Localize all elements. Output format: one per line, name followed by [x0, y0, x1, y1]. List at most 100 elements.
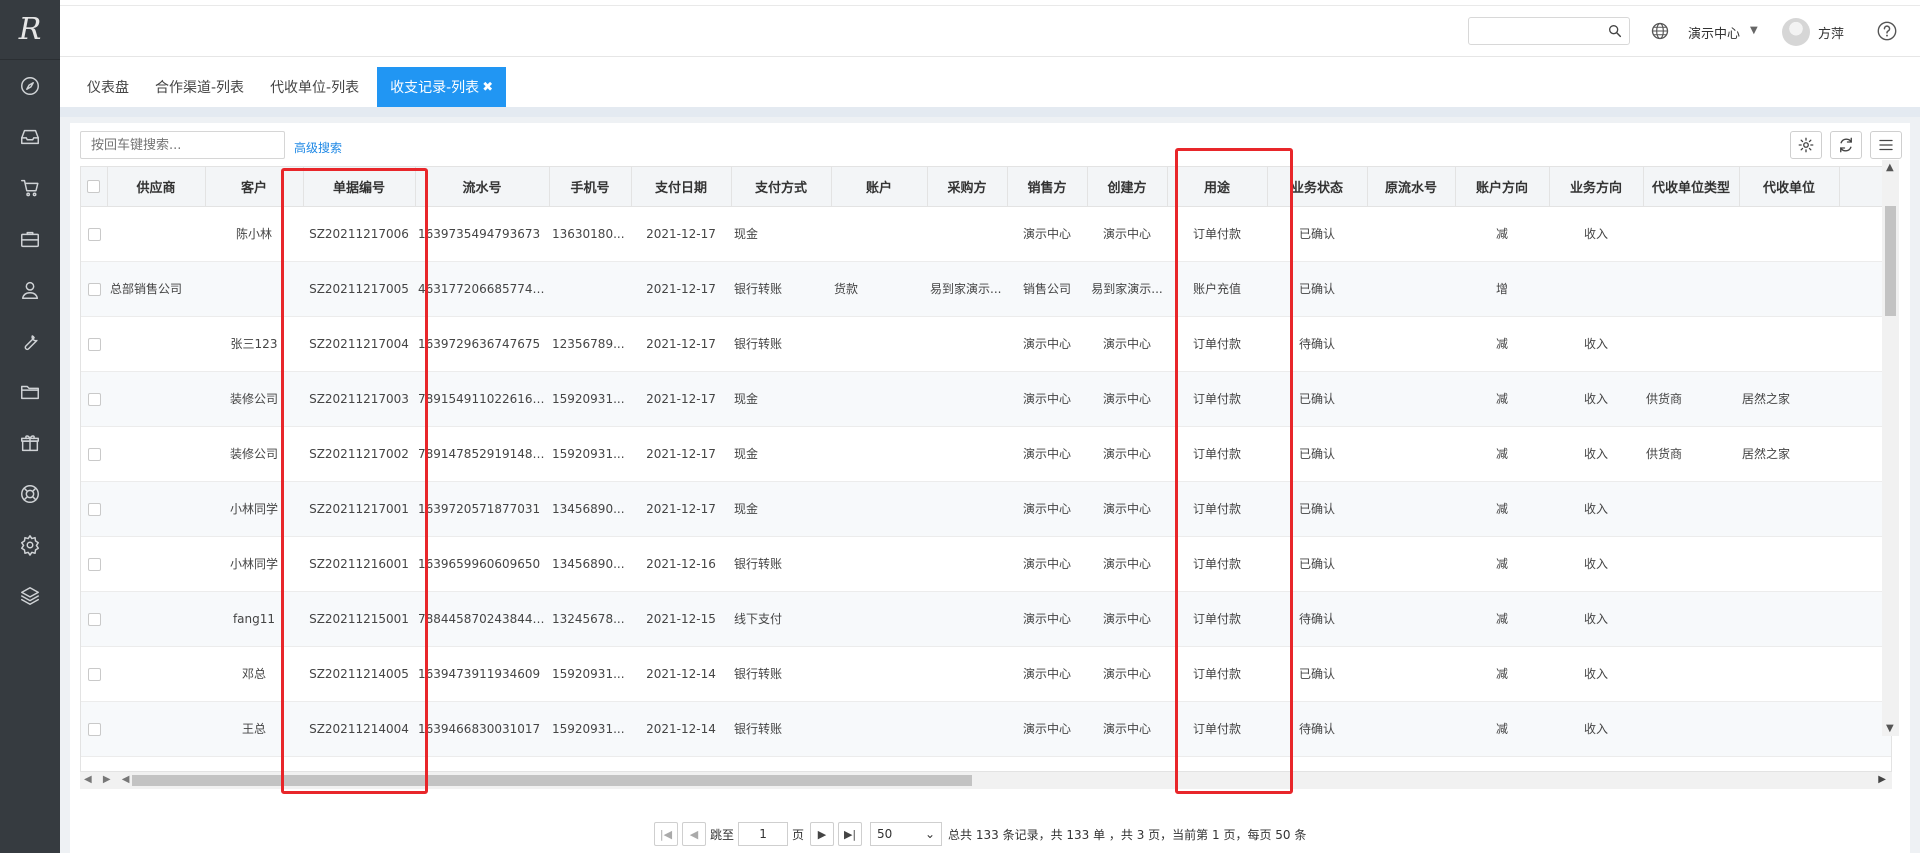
page-size-select[interactable]: 50 ⌄ — [870, 822, 943, 846]
prev-page-button[interactable]: ◀ — [682, 822, 706, 846]
tab-partner-channels[interactable]: 合作渠道-列表 — [142, 67, 257, 107]
column-menu-button[interactable] — [1870, 131, 1902, 159]
table-row[interactable]: fang11 SZ20211215001 788445870243844097 132… — [81, 591, 1891, 647]
scroll-right-icon[interactable]: ▶ — [1878, 774, 1886, 785]
row-checkbox[interactable] — [81, 371, 107, 427]
column-header[interactable]: 原流水号 — [1367, 167, 1456, 207]
column-header[interactable]: 客户 — [205, 167, 304, 207]
avatar[interactable] — [1782, 18, 1810, 46]
gift-icon[interactable] — [0, 417, 60, 468]
page-number-value: 1 — [759, 827, 767, 841]
row-checkbox[interactable] — [81, 701, 107, 757]
table-row[interactable]: 小林同学 SZ20211217001 1639720571877031 1345689… — [81, 481, 1891, 537]
horizontal-scroll-thumb[interactable] — [132, 775, 972, 786]
table-cell: 收入 — [1549, 316, 1643, 372]
user-icon[interactable] — [0, 264, 60, 315]
table-row[interactable]: 总部销售公司 SZ20211217005 4631772066857745... 20… — [81, 261, 1891, 317]
column-header[interactable]: 创建方 — [1087, 167, 1168, 207]
table-row[interactable]: 装修公司 SZ20211217003 789154911022616577 15920… — [81, 371, 1891, 427]
cart-icon[interactable] — [0, 162, 60, 213]
help-icon[interactable] — [1876, 20, 1898, 42]
settings-button[interactable] — [1790, 131, 1822, 159]
row-checkbox[interactable] — [81, 261, 107, 317]
column-header[interactable]: 业务状态 — [1267, 167, 1368, 207]
column-header[interactable]: 账户 — [831, 167, 928, 207]
row-checkbox[interactable] — [81, 756, 107, 771]
column-header[interactable]: 支付日期 — [631, 167, 732, 207]
last-page-button[interactable]: ▶| — [838, 822, 863, 846]
row-checkbox[interactable] — [81, 316, 107, 372]
close-icon[interactable]: ✖ — [482, 80, 493, 95]
horizontal-scrollbar[interactable]: ◀ ▶ ◀ ▶ — [80, 772, 1892, 789]
column-header[interactable]: 支付方式 — [731, 167, 832, 207]
table-cell: 演示中心 — [1087, 206, 1167, 262]
global-search-input[interactable] — [1468, 17, 1630, 45]
column-header[interactable]: 手机号 — [549, 167, 632, 207]
column-header[interactable]: 业务方向 — [1549, 167, 1644, 207]
folder-icon[interactable] — [0, 366, 60, 417]
column-header[interactable]: 代收单位 — [1739, 167, 1840, 207]
scroll-down-icon[interactable]: ▼ — [1886, 723, 1894, 734]
globe-icon[interactable] — [1650, 21, 1670, 41]
chevron-down-icon[interactable]: ▼ — [1750, 25, 1758, 36]
column-header[interactable]: 用途 — [1167, 167, 1268, 207]
column-header[interactable]: 账户方向 — [1455, 167, 1550, 207]
table-cell: 2021-12-17 — [631, 206, 731, 262]
row-checkbox[interactable] — [81, 536, 107, 592]
select-all-checkbox[interactable] — [81, 167, 108, 207]
column-header[interactable]: 供应商 — [107, 167, 206, 207]
vertical-scrollbar[interactable]: ▲ ▼ — [1882, 160, 1899, 736]
logo-letter: R — [18, 12, 42, 47]
row-checkbox[interactable] — [81, 206, 107, 262]
column-header[interactable]: 流水号 — [415, 167, 550, 207]
advanced-search-link[interactable]: 高级搜索 — [294, 139, 342, 156]
row-checkbox[interactable] — [81, 591, 107, 647]
table-cell — [107, 701, 205, 757]
keyword-search-input[interactable] — [80, 131, 285, 159]
row-checkbox[interactable] — [81, 646, 107, 702]
table-row[interactable]: 张三123 SZ20211217004 1639729636747675 123567… — [81, 316, 1891, 372]
list-panel: 高级搜索 供应商 客户 单据编号 流水号 — [70, 123, 1910, 853]
briefcase-icon[interactable] — [0, 213, 60, 264]
center-selector[interactable]: 演示中心 — [1688, 23, 1740, 42]
table-cell: 演示中心 — [1007, 591, 1087, 647]
next-page-button[interactable]: ▶ — [810, 822, 835, 846]
layers-icon[interactable] — [0, 570, 60, 621]
table-row[interactable]: 王总SZ20211214003163946612644629215920931.… — [81, 756, 1891, 771]
column-header[interactable]: 代收单位类型 — [1643, 167, 1740, 207]
table-cell: 已确认 — [1267, 481, 1367, 537]
page-number-input[interactable]: 1 — [738, 822, 789, 846]
table-cell: 15920931... — [549, 371, 631, 427]
table-cell: 订单付款 — [1167, 481, 1267, 537]
table-row[interactable]: 小林同学 SZ20211216001 1639659960609650 1345689… — [81, 536, 1891, 592]
tab-dashboard[interactable]: 仪表盘 — [60, 67, 142, 107]
tab-income-expense[interactable]: 收支记录-列表 ✖ — [377, 67, 507, 107]
wrench-icon[interactable] — [0, 315, 60, 366]
row-checkbox[interactable] — [81, 481, 107, 537]
scroll-up-icon[interactable]: ▲ — [1886, 162, 1894, 173]
table-row[interactable]: 王总 SZ20211214004 1639466830031017 15920931.… — [81, 701, 1891, 757]
compass-icon[interactable] — [0, 60, 60, 111]
table-row[interactable]: 邓总 SZ20211214005 1639473911934609 15920931.… — [81, 646, 1891, 702]
first-page-button[interactable]: |◀ — [654, 822, 678, 846]
settings-icon[interactable] — [0, 519, 60, 570]
table-cell: 减 — [1455, 481, 1549, 537]
column-header[interactable]: 销售方 — [1007, 167, 1088, 207]
table-row[interactable]: 装修公司 SZ20211217002 789147852919148545 15920… — [81, 426, 1891, 482]
table-cell — [1739, 756, 1839, 771]
table-row[interactable]: 陈小林 SZ20211217006 1639735494793673 13630180… — [81, 206, 1891, 262]
lifebuoy-icon[interactable] — [0, 468, 60, 519]
row-checkbox[interactable] — [81, 426, 107, 482]
table-cell — [1643, 261, 1739, 317]
vertical-scroll-thumb[interactable] — [1885, 206, 1896, 316]
keyword-search-field[interactable] — [81, 132, 284, 158]
app-logo[interactable]: R — [0, 0, 60, 60]
scroll-left-icon[interactable]: ◀ ▶ ◀ — [84, 774, 133, 785]
search-icon[interactable] — [1607, 23, 1623, 39]
tab-collection-units[interactable]: 代收单位-列表 — [257, 67, 372, 107]
inbox-icon[interactable] — [0, 111, 60, 162]
column-header[interactable]: 单据编号 — [303, 167, 416, 207]
user-name[interactable]: 方萍 — [1818, 23, 1844, 42]
column-header[interactable]: 采购方 — [927, 167, 1008, 207]
refresh-button[interactable] — [1830, 131, 1862, 159]
